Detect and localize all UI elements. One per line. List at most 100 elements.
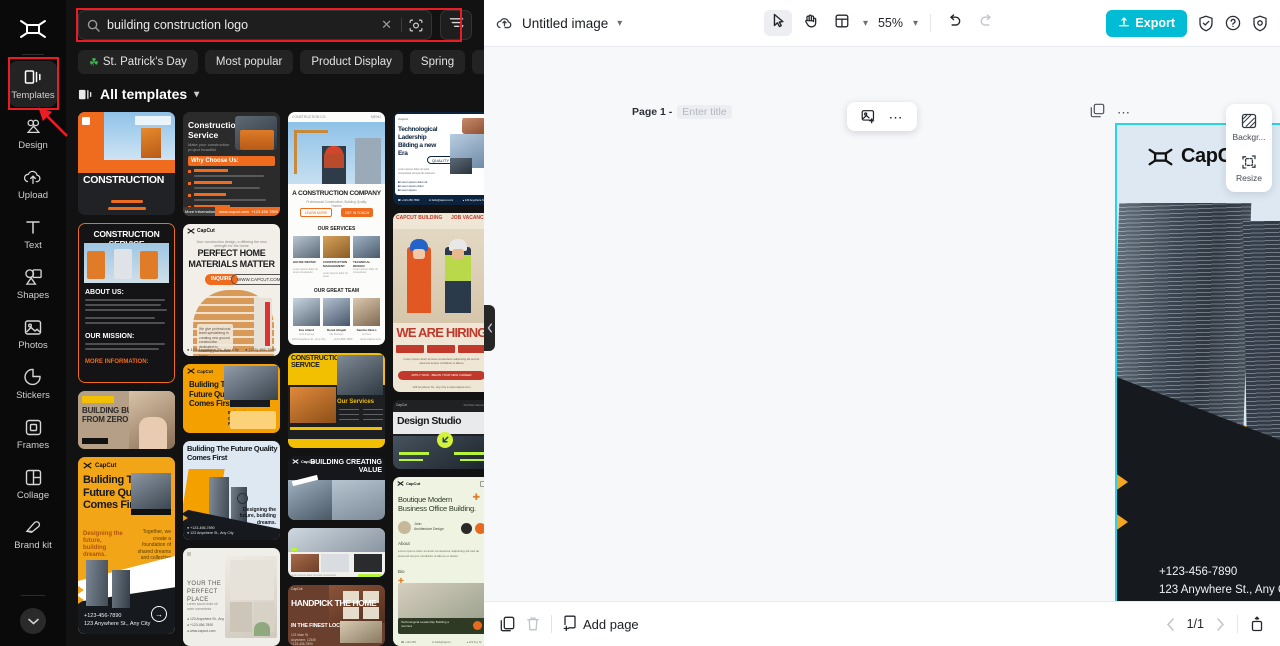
export-button[interactable]: Export — [1106, 9, 1187, 37]
sidebar-item-label: Brand kit — [14, 540, 52, 551]
page-navigation: 1/1 — [1166, 615, 1264, 633]
frames-icon — [25, 417, 42, 437]
image-search-icon[interactable] — [409, 19, 423, 32]
zoom-chevron-down-icon[interactable]: ▾ — [910, 18, 921, 29]
chip-label: Pan — [483, 56, 484, 68]
template-card[interactable]: CapCut Boutique Modern Business Office B… — [393, 477, 484, 646]
template-card[interactable]: CONSTRUCTION SERVICE ABOUT US: OUR MISSI… — [78, 223, 175, 383]
left-nav-rail: Templates Design Upload Text Shapes Phot… — [0, 0, 66, 646]
sidebar-item-collage[interactable]: Collage — [9, 461, 57, 507]
settings-icon[interactable] — [1252, 15, 1268, 32]
chip-product-display[interactable]: Product Display — [300, 50, 403, 74]
layout-icon — [835, 14, 849, 33]
template-title: A CONSTRUCTION COMPANY — [292, 190, 381, 197]
sidebar-item-templates[interactable]: Templates — [9, 61, 57, 107]
help-icon[interactable] — [1225, 15, 1241, 31]
sidebar-item-stickers[interactable]: Stickers — [9, 361, 57, 407]
template-card[interactable]: CONSTRUCTION CO. MENU A CONSTRUCTION COM… — [288, 112, 385, 345]
page-title-input[interactable]: Enter title — [677, 105, 732, 119]
all-templates-dropdown[interactable]: All templates ▾ — [66, 78, 484, 110]
chevron-down-icon[interactable]: ▾ — [617, 18, 622, 29]
upload-icon — [23, 167, 43, 187]
chip-spring[interactable]: Spring — [409, 50, 466, 74]
template-card[interactable]: CAPCUT BUILDING JOB VACANCY WE ARE HIRIN… — [393, 213, 484, 392]
undo-icon — [947, 14, 962, 32]
chevron-right-icon[interactable] — [1216, 617, 1225, 631]
duplicate-icon[interactable] — [1090, 103, 1105, 123]
sidebar-item-frames[interactable]: Frames — [9, 411, 57, 457]
close-icon[interactable]: ✕ — [379, 17, 394, 33]
undo-button[interactable] — [940, 10, 968, 36]
template-phone: +123-456-7890 — [84, 613, 122, 619]
resize-button[interactable]: Resize — [1227, 154, 1271, 183]
template-title: Buliding The Future Quality Comes First — [187, 443, 278, 462]
template-section: Bio — [398, 569, 405, 575]
template-button[interactable]: WWW.CAPCUT.COM — [231, 273, 280, 285]
chevron-down-icon[interactable] — [20, 608, 46, 634]
hand-tool[interactable] — [796, 10, 824, 36]
sidebar-item-shapes[interactable]: Shapes — [9, 261, 57, 307]
template-section: Our Services — [337, 398, 375, 405]
sidebar-item-label: Collage — [16, 490, 50, 501]
layout-chevron-down-icon[interactable]: ▾ — [860, 18, 871, 29]
page-actions: ⋯ — [1090, 103, 1132, 123]
sidebar-item-photos[interactable]: Photos — [9, 311, 57, 357]
replace-image-icon[interactable] — [856, 106, 880, 128]
chip-most-popular[interactable]: Most popular — [204, 50, 294, 74]
capcut-editor-app: Templates Design Upload Text Shapes Phot… — [0, 0, 1280, 646]
more-horizontal-icon[interactable]: ⋯ — [884, 106, 908, 128]
sidebar-item-upload[interactable]: Upload — [9, 161, 57, 207]
duplicate-icon[interactable] — [500, 616, 515, 632]
document-title-group: Untitled image ▾ — [496, 16, 622, 31]
background-label: Backgr... — [1232, 132, 1266, 142]
filter-button[interactable] — [440, 10, 472, 40]
redo-button[interactable] — [972, 10, 1000, 36]
sidebar-item-text[interactable]: Text — [9, 211, 57, 257]
cloud-save-icon[interactable] — [496, 16, 513, 30]
layout-tool[interactable] — [828, 10, 856, 36]
template-card[interactable]: CapCut HANDPICK THE HOME IN THE FINEST L… — [288, 585, 385, 646]
canvas-contact[interactable]: +123-456-7890 123 Anywhere St., Any City — [1159, 563, 1280, 599]
collapse-panel-icon[interactable] — [1250, 616, 1264, 632]
canvas-tools: ▾ 55% ▾ — [763, 10, 1000, 36]
template-card[interactable]: CapCut Buliding The Future Quality Comes… — [183, 364, 280, 433]
template-card[interactable]: CapCut BUILDING CREATING VALUE — [288, 456, 385, 520]
chip-st-patricks-day[interactable]: ☘ St. Patrick's Day — [78, 50, 198, 74]
divider — [401, 18, 402, 32]
template-card[interactable]: CONSTRUCTION SERVICE Our Services — [288, 352, 385, 449]
background-button[interactable]: Backgr... — [1227, 113, 1271, 142]
template-card[interactable]: Buliding The Future Quality Comes First … — [183, 440, 280, 541]
hand-icon — [803, 13, 816, 33]
capcut-logo-icon[interactable] — [13, 14, 53, 44]
select-tool[interactable] — [763, 10, 792, 36]
trash-icon[interactable] — [526, 616, 540, 632]
template-card[interactable]: Lorem ipsum dolor sit amet consectetur a… — [288, 527, 385, 578]
more-horizontal-icon[interactable]: ⋯ — [1117, 106, 1132, 119]
template-card[interactable]: CONSTRUCTION — [78, 112, 175, 215]
add-page-button[interactable]: Add page — [563, 615, 639, 634]
filter-chips-row[interactable]: ☘ St. Patrick's Day Most popular Product… — [66, 40, 484, 78]
template-card[interactable]: CapCut Buliding The Future Quality Comes… — [78, 457, 175, 634]
template-brand: CapCut — [197, 227, 215, 234]
sidebar-item-label: Photos — [18, 340, 48, 351]
canvas-area[interactable]: Page 1 - Enter title ⋯ ⋯ CapCut +123-456… — [484, 47, 1280, 601]
template-section: OUR SERVICES — [317, 226, 356, 232]
stickers-icon — [24, 367, 42, 387]
document-title[interactable]: Untitled image — [522, 16, 608, 31]
chevron-left-icon[interactable] — [1166, 617, 1175, 631]
templates-grid[interactable]: CONSTRUCTION CONSTRUCTION SERVICE ABOUT … — [66, 112, 484, 646]
template-card[interactable]: Construction Service Make your construct… — [183, 112, 280, 216]
search-input[interactable]: building construction logo ✕ — [78, 10, 432, 40]
template-card[interactable]: CapCut Services Contact Technological La… — [393, 112, 484, 206]
chip-partial[interactable]: Pan — [472, 50, 484, 74]
template-card[interactable]: CapCut Your construction design, a diffe… — [183, 223, 280, 357]
template-card[interactable]: BUILDING BUSINESS FROM ZERO — [78, 391, 175, 449]
sidebar-item-brand-kit[interactable]: Brand kit — [9, 511, 57, 557]
template-card[interactable]: YOUR THE PERFECT PLACE Lorem ipsum dolor… — [183, 548, 280, 646]
template-card[interactable]: CapCut Portfolio Services Design Studio — [393, 399, 484, 470]
design-page[interactable]: CapCut Buliding The Future Quality Comes… — [1115, 123, 1280, 601]
chevron-accent-icon — [1117, 510, 1128, 534]
template-footer: www.capcut.com — [219, 208, 250, 214]
panel-collapse-handle[interactable] — [484, 305, 495, 351]
shield-icon[interactable] — [1198, 15, 1214, 32]
